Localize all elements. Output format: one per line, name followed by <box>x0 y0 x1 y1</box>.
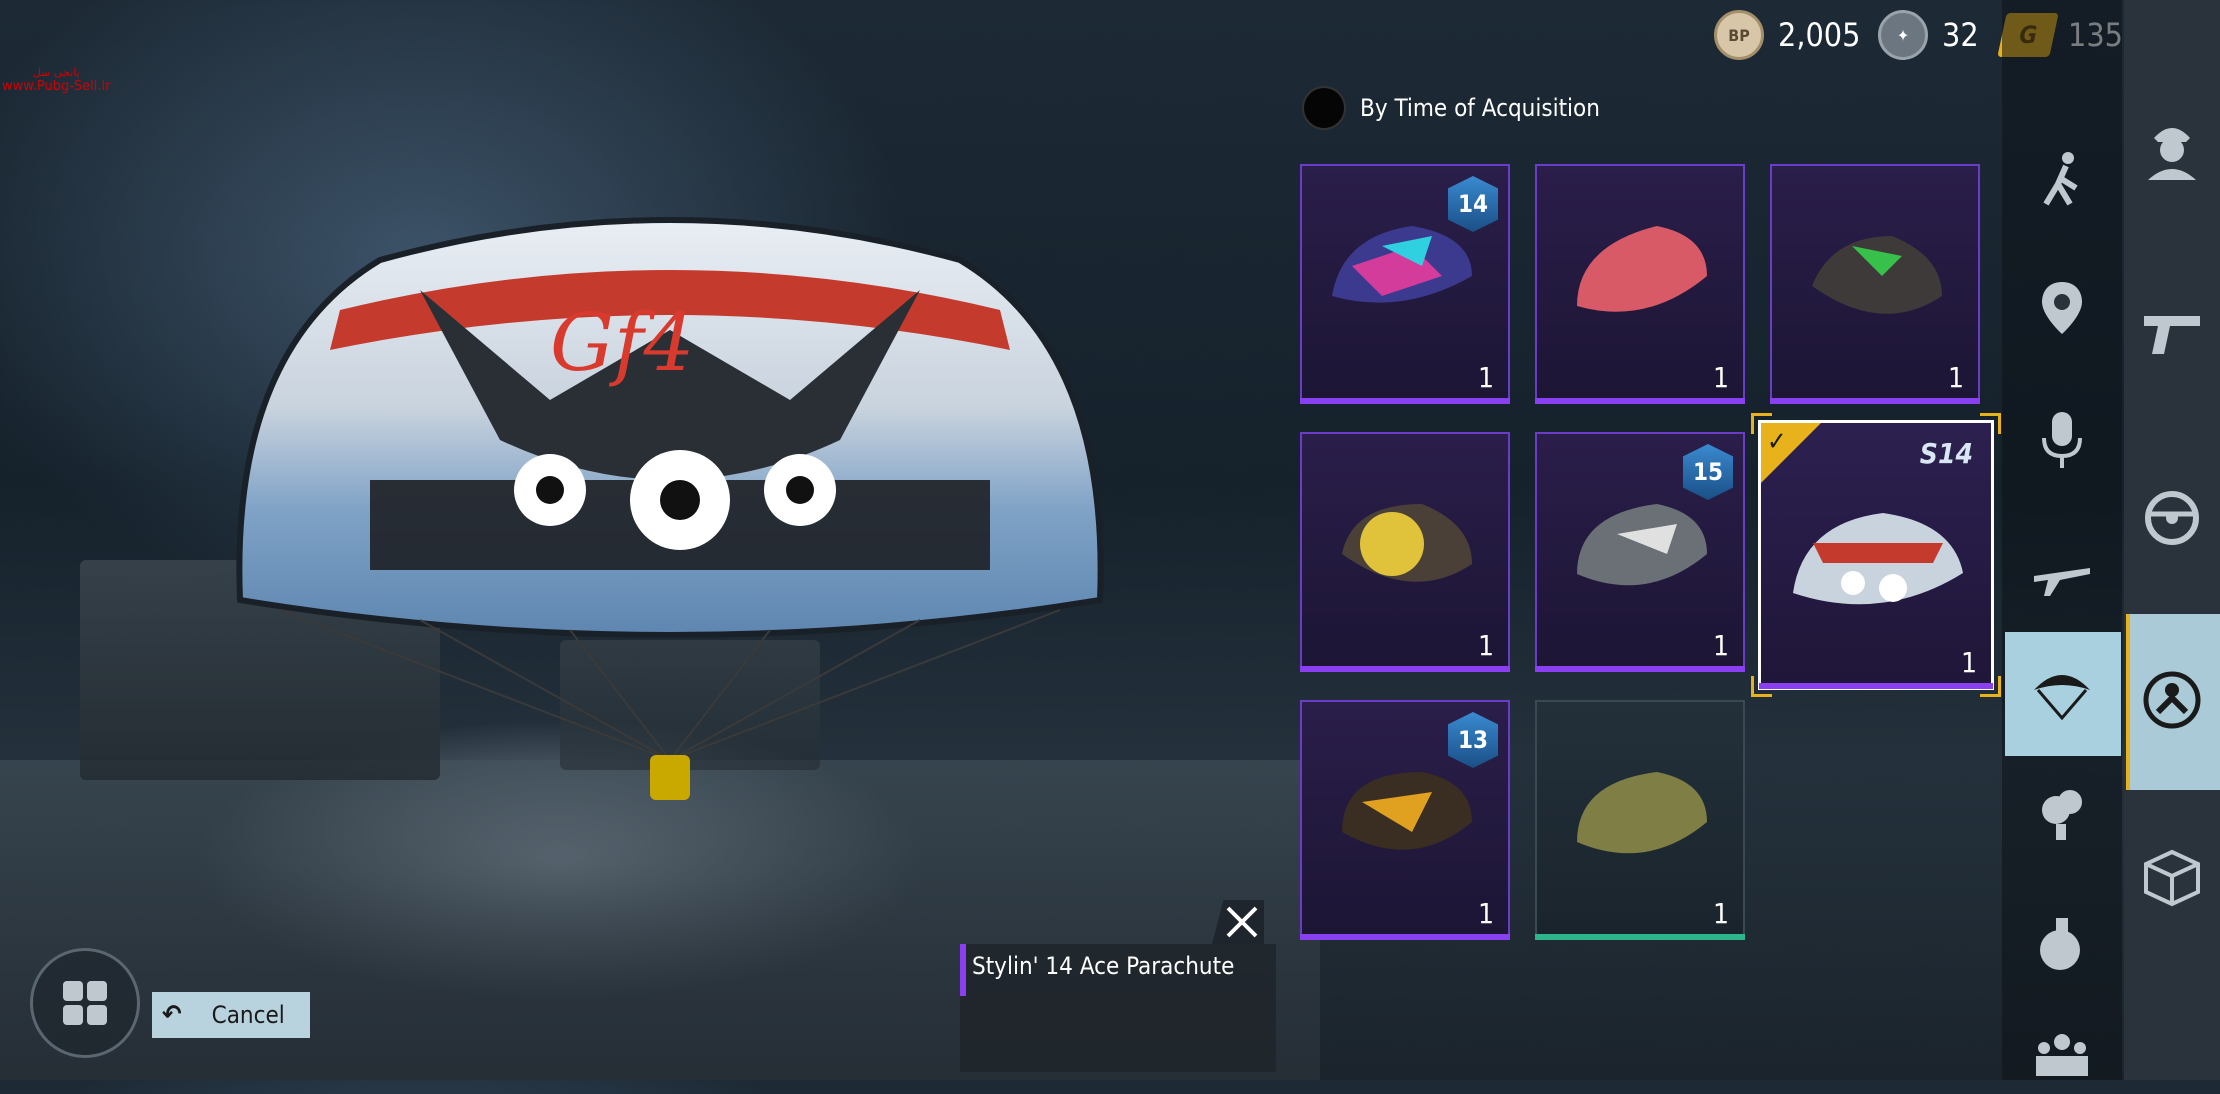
parachute-thumbnail <box>1577 226 1707 312</box>
parachute-icon[interactable] <box>2030 660 2094 724</box>
team-icon[interactable] <box>2030 1030 2094 1094</box>
watermark: پابجی سل www.Pubg-Sell.ir <box>2 66 111 94</box>
back-arrow-icon: ↶ <box>162 1000 182 1030</box>
parachute-thumbnail <box>1577 772 1707 854</box>
voice-icon[interactable] <box>2030 408 2094 472</box>
parachute-thumbnail <box>1342 772 1472 850</box>
outfit-icon[interactable] <box>2140 118 2204 182</box>
cancel-button[interactable]: ↶ Cancel <box>152 992 310 1038</box>
bp-currency: BP 2,005 <box>1714 8 1860 62</box>
item-quantity: 1 <box>1477 629 1494 662</box>
item-quantity: 1 <box>1712 361 1729 394</box>
grenade-icon[interactable] <box>2030 912 2094 976</box>
item-quantity: 1 <box>1477 897 1494 930</box>
item-quantity: 1 <box>1960 646 1977 679</box>
parachute-thumbnail <box>1342 504 1472 582</box>
item-quantity: 1 <box>1477 361 1494 394</box>
rarity-bar <box>960 944 966 996</box>
grid-icon <box>63 981 107 1025</box>
parachute-preview[interactable]: Gf4 <box>220 200 1120 800</box>
parachute-thumbnail <box>1577 504 1707 586</box>
sort-label: By Time of Acquisition <box>1360 94 1600 122</box>
season-badge: S14 <box>1919 437 1973 470</box>
ag-amount: 32 <box>1942 16 1979 54</box>
smoke-icon[interactable] <box>2030 780 2094 844</box>
crate-icon[interactable] <box>2140 846 2204 910</box>
item-quantity: 1 <box>1712 897 1729 930</box>
menu-button[interactable] <box>30 948 140 1058</box>
selection-corner <box>1751 676 1772 697</box>
selection-corner <box>1980 676 2001 697</box>
inventory-slot-selected[interactable]: ✓ S14 1 <box>1751 413 2001 697</box>
vehicle-icon[interactable] <box>2140 486 2204 550</box>
parachute-thumbnail <box>1812 236 1942 314</box>
emote-icon[interactable] <box>2030 148 2094 212</box>
parachute-thumbnail <box>1793 513 1963 605</box>
item-info-panel: Stylin' 14 Ace Parachute <box>960 944 1276 1072</box>
svg-text:Gf4: Gf4 <box>550 296 694 389</box>
inventory-slot[interactable]: 1 <box>1770 164 1980 404</box>
selection-corner <box>1980 413 2001 434</box>
item-name: Stylin' 14 Ace Parachute <box>972 952 1235 980</box>
item-quantity: 1 <box>1712 629 1729 662</box>
location-icon[interactable] <box>2030 278 2094 342</box>
weapon-icon[interactable] <box>2140 298 2204 362</box>
inventory-slot[interactable]: 1 <box>1300 432 1510 672</box>
bp-icon: BP <box>1714 10 1764 60</box>
inventory-slot[interactable]: 15 1 <box>1535 432 1745 672</box>
ag-currency: ✦ 32 <box>1878 8 1979 62</box>
inventory-slot[interactable]: 14 1 <box>1300 164 1510 404</box>
sort-toggle[interactable]: By Time of Acquisition <box>1302 86 1600 130</box>
inventory-slot[interactable]: 1 <box>1535 700 1745 940</box>
ag-icon: ✦ <box>1878 10 1928 60</box>
plane-icon[interactable] <box>2030 540 2094 604</box>
cancel-label: Cancel <box>211 1001 285 1029</box>
sort-radio-icon[interactable] <box>1302 86 1346 130</box>
selection-corner <box>1751 413 1772 434</box>
inventory-slot[interactable]: 1 <box>1535 164 1745 404</box>
bp-amount: 2,005 <box>1778 16 1861 54</box>
item-quantity: 1 <box>1947 361 1964 394</box>
character-icon[interactable] <box>2140 668 2204 732</box>
parachute-thumbnail <box>1332 226 1472 303</box>
inventory-slot[interactable]: 13 1 <box>1300 700 1510 940</box>
